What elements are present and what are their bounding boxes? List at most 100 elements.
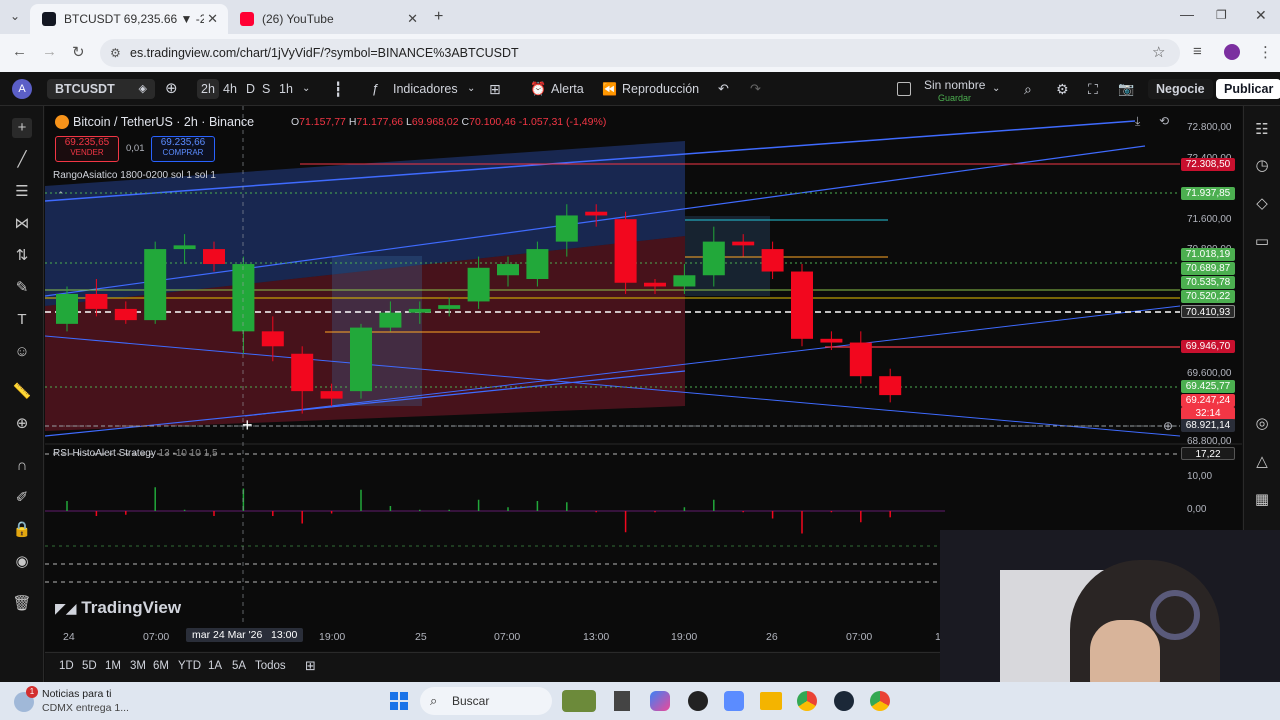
alert-button[interactable]: Alerta [551,79,584,99]
symbol-title[interactable]: Bitcoin / TetherUS · 2h · Binance [73,115,254,129]
fullscreen-icon[interactable]: ⛶ [1088,79,1098,99]
range-3m[interactable]: 3M [130,660,146,672]
range-1a[interactable]: 1A [208,660,222,672]
crosshair-icon[interactable]: + [12,118,32,138]
ideas-icon[interactable]: ◎ [1252,414,1272,434]
interval-1h[interactable]: 1h [279,79,293,99]
range-1m[interactable]: 1M [105,660,121,672]
layout-dropdown-icon[interactable]: ⌄ [992,79,1000,99]
snip-icon[interactable] [724,691,744,711]
buy-button[interactable]: 69.235,66 COMPRAR [151,136,215,162]
watchlist-icon[interactable]: ☷ [1252,120,1272,140]
layout-checkbox-icon[interactable] [897,82,911,96]
collapse-legend-icon[interactable]: ⌃ [57,190,65,201]
tab-tradingview[interactable]: BTCUSDT 69,235.66 ▼ -2.95% ✕ [30,4,228,34]
zoom-in-icon[interactable]: ⊕ [12,414,32,434]
site-info-icon[interactable]: ⚙ [110,39,121,67]
trendline-icon[interactable]: ╱ [12,150,32,170]
indicators-button[interactable]: Indicadores [393,79,458,99]
minimize-icon[interactable]: — [1180,6,1194,22]
pine-icon[interactable]: △ [1252,452,1272,472]
add-symbol-icon[interactable]: ⊕ [165,79,178,99]
reading-list-icon[interactable]: ≡ [1193,43,1202,60]
steam-icon[interactable] [834,691,854,711]
maximize-icon[interactable]: ❐ [1216,8,1227,22]
browser-menu-icon[interactable]: ⋮ [1258,43,1273,61]
replay-icon[interactable]: ⏪ [602,79,617,99]
add-alert-plus-icon[interactable]: ⊕ [1163,419,1173,433]
redo-icon[interactable]: ↷ [750,79,761,99]
bookmark-star-icon[interactable]: ☆ [1152,43,1165,61]
range-5d[interactable]: 5D [82,660,97,672]
tab-youtube[interactable]: (26) YouTube ✕ [228,4,428,34]
alert-icon[interactable]: ⏰ [530,79,546,99]
settings-gear-icon[interactable]: ⚙ [1056,79,1069,99]
folder-icon[interactable] [760,692,782,710]
interval-dropdown-icon[interactable]: ⌄ [302,79,310,99]
tab-list-chevron-icon[interactable]: ⌄ [10,9,20,23]
prediction-icon[interactable]: ⇅ [12,246,32,266]
eye-icon[interactable]: ◉ [12,552,32,572]
range-todos[interactable]: Todos [255,660,286,672]
emoji-icon[interactable]: ☺ [12,342,32,362]
drawing-mode-icon[interactable]: ✐ [12,488,32,508]
range-5a[interactable]: 5A [232,660,246,672]
profile-avatar[interactable] [1224,44,1240,60]
range-ytd[interactable]: YTD [178,660,201,672]
window-close-icon[interactable]: ✕ [1255,7,1267,24]
range-1d[interactable]: 1D [59,660,74,672]
replay-button[interactable]: Reproducción [622,79,699,99]
app-icon[interactable] [688,691,708,711]
widgets-icon[interactable] [562,690,596,712]
layouts-icon[interactable]: ⊞ [489,79,501,99]
ruler-icon[interactable]: 📏 [12,382,32,402]
new-tab-icon[interactable]: + [434,8,443,26]
fib-icon[interactable]: ☰ [12,182,32,202]
url-input[interactable]: ⚙ es.tradingview.com/chart/1jVyVidF/?sym… [100,39,1180,67]
layers-icon[interactable]: ◇ [1252,194,1272,214]
chrome-icon[interactable] [797,691,817,711]
publish-button[interactable]: Publicar [1216,79,1280,99]
brush-icon[interactable]: ✎ [12,278,32,298]
trash-icon[interactable]: 🗑 [12,594,32,614]
interval-2h[interactable]: 2h [197,79,219,99]
pattern-icon[interactable]: ⋈ [12,214,32,234]
chat-icon[interactable]: ▭ [1252,232,1272,252]
alerts-clock-icon[interactable]: ◷ [1252,156,1272,176]
user-avatar[interactable]: A [12,79,32,99]
sell-button[interactable]: 69.235,65 VENDER [55,136,119,162]
indicators-icon[interactable]: ƒ [372,79,379,99]
copilot-icon[interactable] [650,691,670,711]
lock-icon[interactable]: 🔒 [12,520,32,540]
interval-s[interactable]: S [262,79,270,99]
symbol-search-button[interactable]: BTCUSDT ◈ [47,79,155,99]
taskbar-search[interactable]: ⌕ Buscar [420,687,552,715]
forward-icon[interactable]: → [42,43,57,60]
magnet-icon[interactable]: ∩ [12,456,32,476]
news-widget[interactable]: 1 Noticias para ti CDMX entrega 1... [14,686,174,716]
start-windows-icon[interactable] [390,692,408,710]
goto-date-icon[interactable]: ⊞ [305,658,316,674]
interval-4h[interactable]: 4h [223,79,237,99]
reload-icon[interactable]: ↻ [72,43,85,61]
quick-search-icon[interactable]: ⌕ [1024,79,1032,99]
indicators-dropdown-icon[interactable]: ⌄ [467,79,475,99]
tab-title: BTCUSDT 69,235.66 ▼ -2.95% [64,12,204,26]
calendar-icon[interactable]: ▦ [1252,490,1272,510]
file-icon[interactable] [614,691,630,711]
trade-button[interactable]: Negocie [1148,79,1213,99]
indicator-rsi-histoalert[interactable]: RSI HistoAlert Strategy 13 -10 10 1,5 [53,448,218,459]
indicator-rango-asiatico[interactable]: RangoAsiatico 1800-0200 sol 1 sol 1 [53,170,216,181]
scroll-to-realtime-icon[interactable]: ⤓ [1135,114,1140,129]
back-icon[interactable]: ← [12,43,27,60]
chrome-active-icon[interactable] [870,691,890,711]
range-6m[interactable]: 6M [153,660,169,672]
interval-d[interactable]: D [246,79,255,99]
undo-icon[interactable]: ↶ [718,79,729,99]
snapshot-camera-icon[interactable]: 📷 [1118,79,1134,99]
close-tab-icon[interactable]: ✕ [407,11,418,27]
close-tab-icon[interactable]: ✕ [207,11,218,27]
text-tool-icon[interactable]: T [12,310,32,330]
chart-type-icon[interactable]: ┇ [334,79,342,99]
auto-scale-icon[interactable]: ⟲ [1159,114,1169,128]
